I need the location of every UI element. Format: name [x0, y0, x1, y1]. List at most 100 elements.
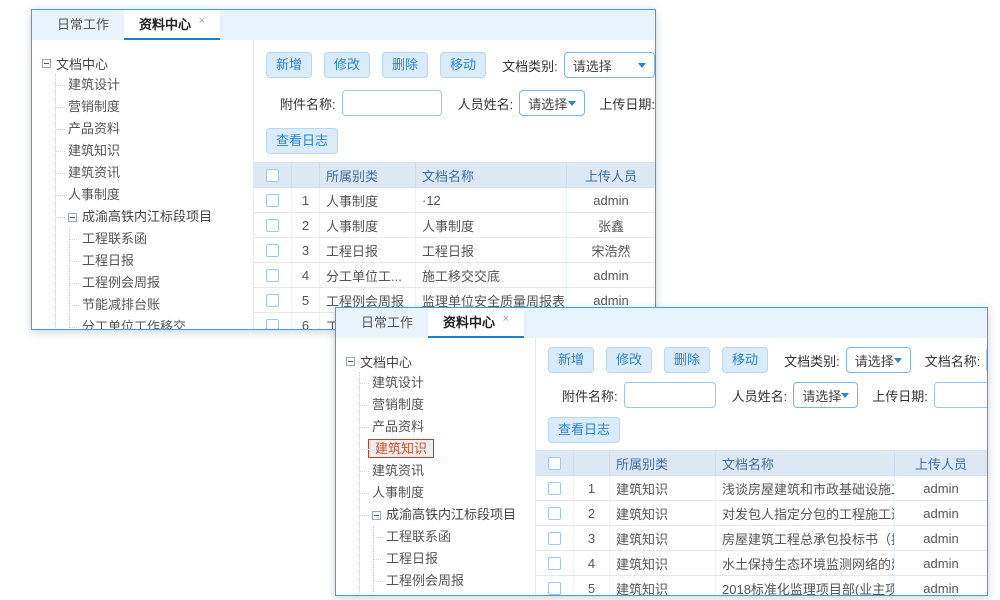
toolbar-row-actions: 新增 修改 删除 移动 文档类别: 请选择 [254, 52, 655, 78]
tree-item-building-news[interactable]: 建筑资讯 [360, 460, 535, 482]
toolbar-row-filters: 附件名称: 人员姓名: 请选择 上传日期: [536, 382, 987, 408]
close-icon[interactable]: × [199, 15, 205, 27]
tree-item-daily-report[interactable]: 工程日报 [374, 548, 535, 570]
data-center-window-front: 日常工作 资料中心 × 文档中心 建筑设计 营销制度 产品资料 建筑知识 [335, 307, 988, 596]
tree-item-energy-ledger[interactable]: 节能减排台账 [70, 294, 253, 316]
tree-item-building-news[interactable]: 建筑资讯 [56, 162, 253, 184]
table-row[interactable]: 1 人事制度 ·12 admin [254, 188, 655, 213]
selected-value: 请选择 [802, 386, 841, 405]
person-name-select[interactable]: 请选择 [519, 90, 585, 116]
tab-daily-work[interactable]: 日常工作 [42, 10, 124, 40]
view-log-button[interactable]: 查看日志 [266, 128, 338, 154]
doc-name-label: 文档名称: [925, 351, 981, 370]
tree-item-project[interactable]: 成渝高铁内江标段项目 [56, 206, 253, 228]
table-row[interactable]: 3 建筑知识 房屋建筑工程总承包投标书（技术标... admin [536, 526, 987, 551]
close-icon[interactable]: × [503, 313, 509, 325]
tab-bar: 日常工作 资料中心 × [336, 308, 987, 338]
table-row[interactable]: 2 建筑知识 对发包人指定分包的工程施工进度安... admin [536, 501, 987, 526]
collapse-minus-icon[interactable] [372, 511, 381, 520]
move-button[interactable]: 移动 [440, 52, 486, 78]
row-checkbox[interactable] [266, 219, 279, 232]
doc-name-header: 文档名称 [716, 451, 895, 475]
table-row[interactable]: 3 工程日报 工程日报 宋浩然 [254, 238, 655, 263]
row-checkbox[interactable] [266, 194, 279, 207]
row-checkbox[interactable] [548, 532, 561, 545]
tree-item-marketing-system[interactable]: 营销制度 [360, 394, 535, 416]
table-row[interactable]: 2 人事制度 人事制度 张鑫 [254, 213, 655, 238]
row-checkbox[interactable] [266, 319, 279, 330]
tree-item-project[interactable]: 成渝高铁内江标段项目 [360, 504, 535, 526]
move-button[interactable]: 移动 [722, 347, 768, 373]
table-row[interactable]: 4 分工单位工... 施工移交交底 admin [254, 263, 655, 288]
category-header: 所属别类 [610, 451, 716, 475]
add-button[interactable]: 新增 [548, 347, 594, 373]
doc-name-input[interactable] [986, 347, 987, 373]
view-log-button[interactable]: 查看日志 [548, 417, 620, 443]
tree-item-building-design[interactable]: 建筑设计 [360, 372, 535, 394]
doc-category-select[interactable]: 请选择 [564, 52, 655, 78]
row-checkbox[interactable] [548, 557, 561, 570]
select-all-checkbox[interactable] [266, 169, 279, 182]
tree-item-daily-report[interactable]: 工程日报 [70, 250, 253, 272]
table-header-row: 所属别类 文档名称 上传人员 [254, 163, 655, 188]
row-checkbox[interactable] [266, 269, 279, 282]
person-name-select[interactable]: 请选择 [793, 382, 858, 408]
upload-date-label: 上传日期: [872, 386, 928, 405]
table-row[interactable]: 1 建筑知识 浅谈房屋建筑和市政基础设施工程施... admin [536, 476, 987, 501]
tree-item-work-transfer[interactable]: 分工单位工作移交 [70, 316, 253, 329]
tree-item-weekly-meeting[interactable]: 工程例会周报 [374, 570, 535, 592]
upload-date-input[interactable] [934, 382, 987, 408]
tab-data-center[interactable]: 资料中心 × [124, 10, 220, 40]
row-checkbox[interactable] [548, 582, 561, 595]
add-button[interactable]: 新增 [266, 52, 312, 78]
row-checkbox[interactable] [548, 482, 561, 495]
collapse-minus-icon[interactable] [346, 357, 355, 366]
tree-item-marketing-system[interactable]: 营销制度 [56, 96, 253, 118]
tree-item-product-data[interactable]: 产品资料 [56, 118, 253, 140]
tab-daily-work[interactable]: 日常工作 [346, 308, 428, 338]
data-center-window-back: 日常工作 资料中心 × 文档中心 建筑设计 营销制度 产品资料 建筑知识 建筑资… [31, 9, 656, 330]
tree-item-product-data[interactable]: 产品资料 [360, 416, 535, 438]
delete-button[interactable]: 删除 [664, 347, 710, 373]
tab-data-center[interactable]: 资料中心 × [428, 308, 524, 338]
tree-item-building-design[interactable]: 建筑设计 [56, 74, 253, 96]
tree-item-contact-letter[interactable]: 工程联系函 [70, 228, 253, 250]
tree-item-building-knowledge-selected[interactable]: 建筑知识 [360, 438, 535, 460]
document-tree: 文档中心 建筑设计 营销制度 产品资料 建筑知识 建筑资讯 人事制度 成渝高铁内… [336, 338, 536, 595]
table-row[interactable]: 4 建筑知识 水土保持生态环境监测网络的建设与... admin [536, 551, 987, 576]
tree-item-weekly-meeting[interactable]: 工程例会周报 [70, 272, 253, 294]
row-checkbox[interactable] [266, 244, 279, 257]
collapse-minus-icon[interactable] [68, 213, 77, 222]
tree-label: 文档中心 [360, 352, 412, 371]
chevron-down-icon [841, 393, 849, 398]
collapse-minus-icon[interactable] [42, 59, 51, 68]
tree-item-contact-letter[interactable]: 工程联系函 [374, 526, 535, 548]
select-all-checkbox[interactable] [548, 457, 561, 470]
documents-table: 所属别类 文档名称 上传人员 1 人事制度 ·12 admin 2 [254, 162, 655, 329]
tab-label: 资料中心 [139, 17, 191, 32]
person-name-label: 人员姓名: [458, 94, 514, 113]
row-checkbox[interactable] [548, 507, 561, 520]
edit-button[interactable]: 修改 [324, 52, 370, 78]
doc-category-label: 文档类别: [784, 351, 840, 370]
table-row[interactable]: 5 建筑知识 2018标准化监理项目部(业主项目部)... admin [536, 576, 987, 595]
selected-tree-label: 建筑知识 [368, 439, 434, 458]
tree-item-hr-system[interactable]: 人事制度 [360, 482, 535, 504]
tree-item-energy-ledger[interactable]: 节能减排台账 [374, 592, 535, 595]
row-checkbox[interactable] [266, 294, 279, 307]
tree-item-hr-system[interactable]: 人事制度 [56, 184, 253, 206]
attachment-name-input[interactable] [624, 382, 716, 408]
tree-item-building-knowledge[interactable]: 建筑知识 [56, 140, 253, 162]
tree-item-document-center[interactable]: 文档中心 [42, 52, 253, 74]
attachment-name-input[interactable] [342, 90, 442, 116]
chevron-down-icon [894, 358, 902, 363]
doc-name-header: 文档名称 [416, 163, 567, 187]
tree-item-document-center[interactable]: 文档中心 [346, 350, 535, 372]
chevron-down-icon [568, 101, 576, 106]
uploader-header: 上传人员 [895, 451, 987, 475]
delete-button[interactable]: 删除 [382, 52, 428, 78]
doc-category-select[interactable]: 请选择 [846, 347, 911, 373]
documents-table: 所属别类 文档名称 上传人员 1 建筑知识 浅谈房屋建筑和市政基础设施工程施..… [536, 450, 987, 595]
desktop: 日常工作 资料中心 × 文档中心 建筑设计 营销制度 产品资料 建筑知识 建筑资… [0, 0, 1000, 600]
edit-button[interactable]: 修改 [606, 347, 652, 373]
